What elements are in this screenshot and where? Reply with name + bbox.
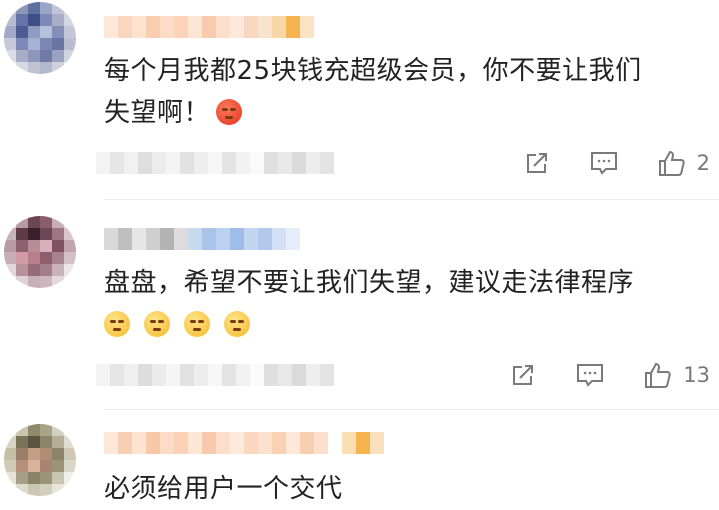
dizzy-face-emoji bbox=[104, 311, 130, 337]
comment-text-line-1: 每个月我都25块钱充超级会员，你不要让我们 bbox=[104, 56, 642, 86]
like-count: 2 bbox=[696, 151, 710, 175]
comment-emoji-line bbox=[98, 304, 704, 346]
thumbs-up-icon bbox=[645, 362, 671, 388]
avatar[interactable] bbox=[4, 216, 76, 288]
timestamp-blurred bbox=[96, 364, 334, 386]
username-blurred[interactable] bbox=[104, 14, 314, 40]
comment-actions: 2 bbox=[485, 148, 710, 178]
comment-2: 盘盘，希望不要让我们失望，建议走法律程序 13 bbox=[0, 200, 719, 410]
dizzy-face-emoji bbox=[184, 311, 210, 337]
username-blurred[interactable] bbox=[104, 430, 384, 456]
username-blurred[interactable] bbox=[104, 226, 300, 252]
reply-button[interactable] bbox=[575, 361, 605, 389]
comment-meta-row: 2 bbox=[96, 148, 716, 178]
share-icon bbox=[513, 365, 534, 385]
comment-1: 每个月我都25块钱充超级会员，你不要让我们 失望啊！ 2 bbox=[0, 0, 719, 200]
share-button[interactable] bbox=[523, 149, 551, 177]
username-mosaic bbox=[104, 16, 314, 38]
like-button[interactable]: 13 bbox=[643, 360, 710, 390]
timestamp-blurred bbox=[96, 152, 334, 174]
comment-icon bbox=[590, 152, 617, 175]
angry-face-emoji bbox=[216, 99, 243, 125]
comment-icon bbox=[577, 364, 604, 387]
username-mosaic bbox=[104, 228, 300, 250]
dizzy-face-emoji bbox=[224, 311, 250, 337]
like-count: 13 bbox=[683, 363, 710, 387]
comment-text: 每个月我都25块钱充超级会员，你不要让我们 失望啊！ bbox=[104, 50, 704, 134]
reply-button[interactable] bbox=[589, 149, 619, 177]
comment-text: 盘盘，希望不要让我们失望，建议走法律程序 bbox=[104, 262, 704, 346]
like-button[interactable]: 2 bbox=[657, 148, 710, 178]
username-mosaic bbox=[104, 432, 384, 454]
comment-text: 必须给用户一个交代 bbox=[104, 468, 704, 510]
comment-3: 必须给用户一个交代 bbox=[0, 410, 719, 510]
thumbs-up-icon bbox=[658, 150, 685, 176]
share-icon bbox=[526, 153, 547, 173]
comment-actions: 13 bbox=[471, 360, 710, 390]
comment-text-line-1: 必须给用户一个交代 bbox=[104, 474, 343, 504]
comment-meta-row: 13 bbox=[96, 360, 716, 390]
comment-text-line-2-text: 失望啊！ bbox=[104, 98, 211, 128]
avatar[interactable] bbox=[4, 2, 76, 74]
share-button[interactable] bbox=[509, 361, 537, 389]
avatar[interactable] bbox=[4, 424, 76, 496]
comment-text-line-2: 失望啊！ bbox=[104, 92, 704, 134]
comment-text-line-1: 盘盘，希望不要让我们失望，建议走法律程序 bbox=[104, 268, 635, 298]
dizzy-face-emoji bbox=[144, 311, 170, 337]
